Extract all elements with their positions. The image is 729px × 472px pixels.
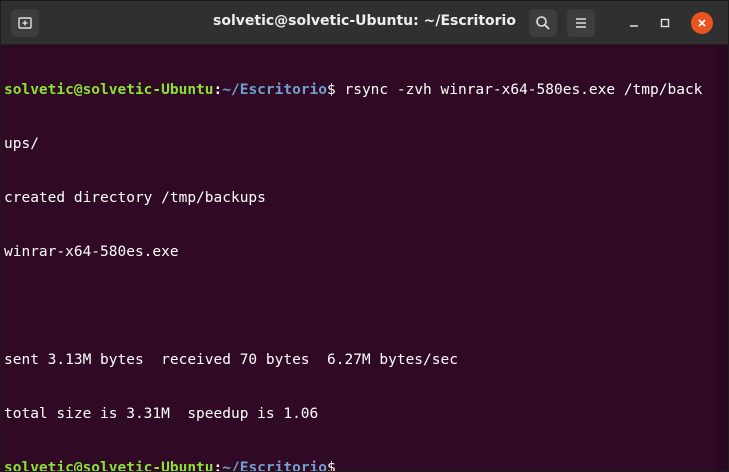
output-line: sent 3.13M bytes received 70 bytes 6.27M… xyxy=(4,352,458,368)
menu-button[interactable] xyxy=(567,9,595,37)
new-tab-icon xyxy=(18,17,32,29)
scrollbar[interactable] xyxy=(716,45,728,471)
output-line: total size is 3.31M speedup is 1.06 xyxy=(4,406,319,422)
maximize-icon xyxy=(660,18,670,28)
output-line: created directory /tmp/backups xyxy=(4,190,266,206)
prompt-symbol: $ xyxy=(327,82,336,98)
command-text: rsync -zvh winrar-x64-580es.exe /tmp/bac… xyxy=(335,82,703,98)
title-bar[interactable]: solvetic@solvetic-Ubuntu: ~/Escritorio xyxy=(1,1,728,45)
terminal-window: solvetic@solvetic-Ubuntu: ~/Escritorio s… xyxy=(0,0,729,472)
command-line: solvetic@solvetic-Ubuntu:~/Escritorio$ r… xyxy=(4,81,717,99)
command-wrap-line: ups/ xyxy=(4,136,39,152)
terminal-output[interactable]: solvetic@solvetic-Ubuntu:~/Escritorio$ r… xyxy=(1,45,717,471)
prompt-symbol: $ xyxy=(327,460,336,471)
prompt-path: ~/Escritorio xyxy=(222,460,328,471)
search-button[interactable] xyxy=(529,9,557,37)
minimize-icon xyxy=(630,25,638,27)
prompt-user: solvetic@solvetic-Ubuntu xyxy=(4,82,214,98)
minimize-button[interactable] xyxy=(623,12,645,34)
search-icon xyxy=(536,16,550,30)
close-icon xyxy=(698,19,706,27)
prompt-user: solvetic@solvetic-Ubuntu xyxy=(4,460,214,471)
output-line: winrar-x64-580es.exe xyxy=(4,244,179,260)
window-title: solvetic@solvetic-Ubuntu: ~/Escritorio xyxy=(213,13,516,29)
prompt-path: ~/Escritorio xyxy=(222,82,328,98)
prompt-separator: : xyxy=(213,82,223,98)
hamburger-menu-icon xyxy=(576,18,586,28)
close-button[interactable] xyxy=(691,12,713,34)
maximize-button[interactable] xyxy=(654,12,676,34)
current-prompt-line: solvetic@solvetic-Ubuntu:~/Escritorio$ xyxy=(4,459,717,471)
prompt-separator: : xyxy=(213,460,223,471)
new-tab-button[interactable] xyxy=(11,9,39,37)
